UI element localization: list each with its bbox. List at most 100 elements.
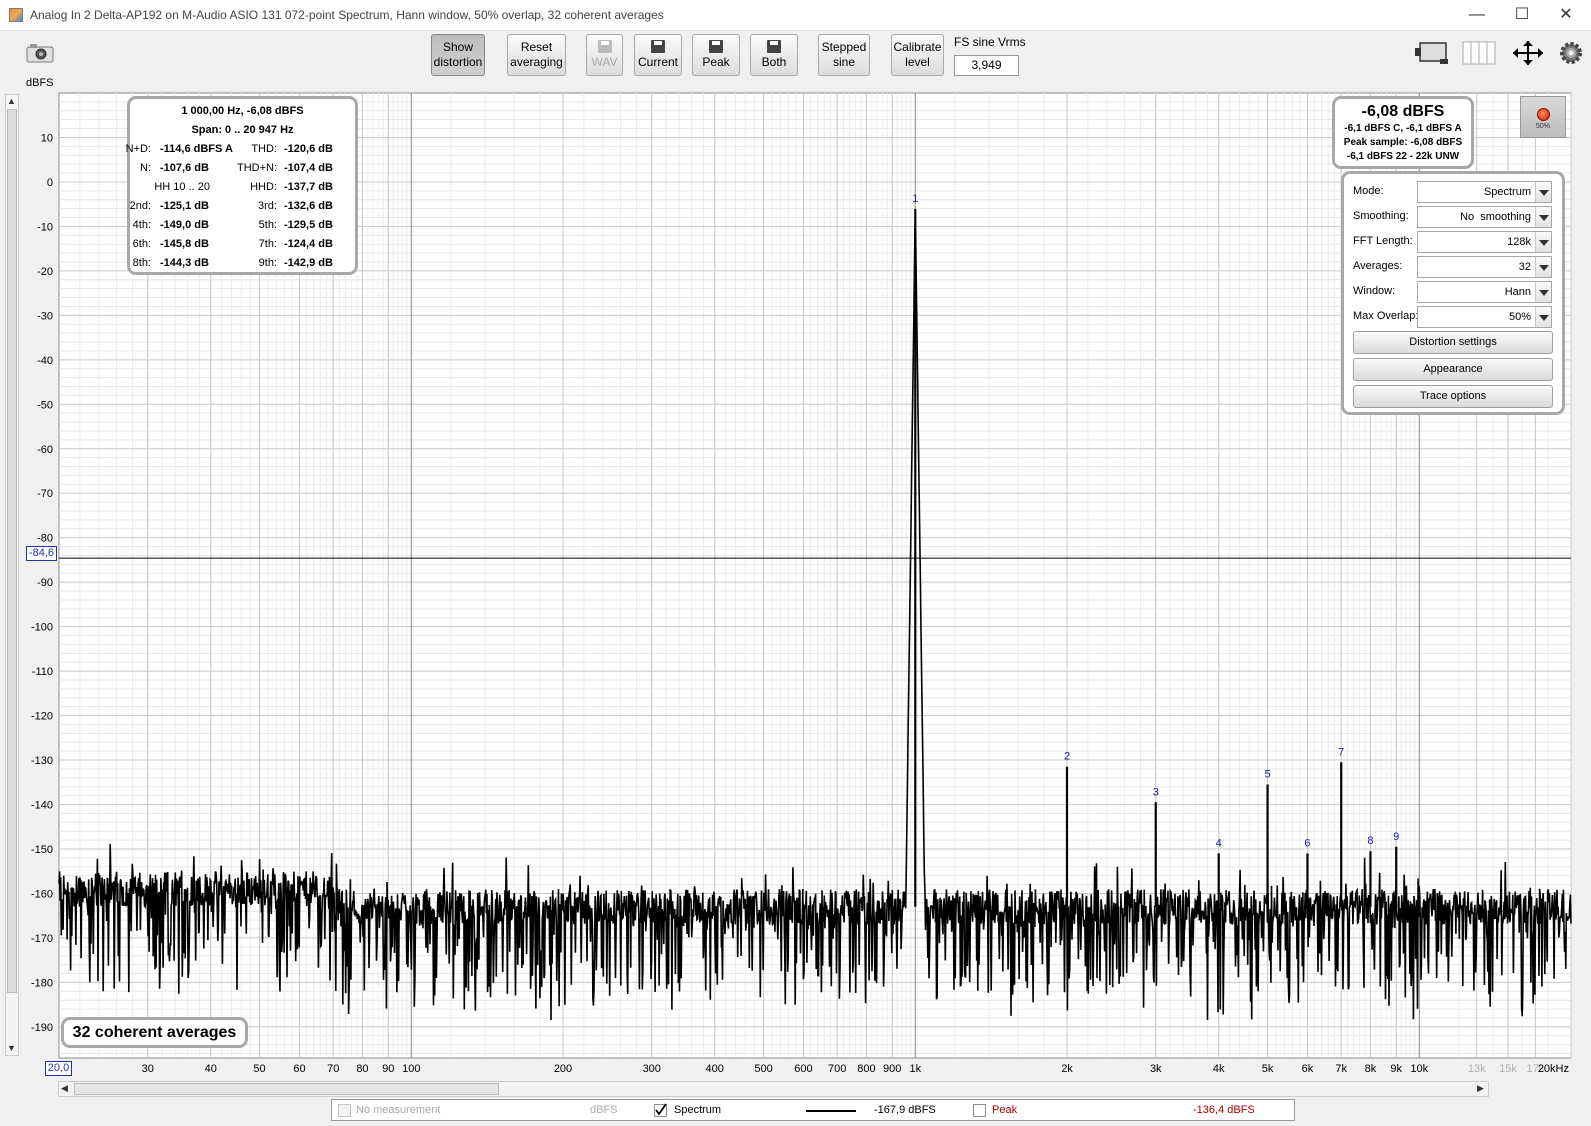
x-tick-label: 700 bbox=[828, 1063, 846, 1075]
vertical-scrollbar[interactable] bbox=[5, 94, 19, 1056]
x-tick-label: 300 bbox=[643, 1063, 661, 1075]
vertical-scroll-thumb[interactable] bbox=[7, 109, 17, 993]
distortion-value: -114,6 dBFS A bbox=[160, 143, 233, 155]
harmonic-marker-label: 6 bbox=[1304, 837, 1310, 849]
y-tick-label: -70 bbox=[37, 488, 53, 500]
level-main: -6,08 dBFS bbox=[1361, 103, 1445, 120]
distortion-settings-button[interactable]: Distortion settings bbox=[1353, 331, 1553, 354]
x-tick-label: 5k bbox=[1262, 1063, 1274, 1075]
harmonic-marker-label: 7 bbox=[1338, 746, 1344, 758]
cursor-level-tag[interactable]: -84,6 bbox=[26, 546, 57, 561]
x-tick-label: 40 bbox=[205, 1063, 217, 1075]
x-tick-label: 400 bbox=[706, 1063, 724, 1075]
y-tick-label: -160 bbox=[31, 888, 53, 900]
averages-badge: 32 coherent averages bbox=[61, 1017, 248, 1048]
averages-value: 32 bbox=[1518, 261, 1531, 273]
window-value: Hann bbox=[1504, 286, 1531, 298]
x-tick-label: 50 bbox=[253, 1063, 265, 1075]
scroll-down-arrow-icon[interactable]: ▼ bbox=[7, 1043, 16, 1053]
chevron-down-icon[interactable] bbox=[1535, 307, 1551, 327]
record-overlap-percent: 50% bbox=[1535, 123, 1550, 130]
chevron-down-icon[interactable] bbox=[1535, 257, 1551, 277]
spectrum-label: Spectrum bbox=[674, 1104, 722, 1116]
spectrum-checkbox[interactable] bbox=[654, 1103, 667, 1117]
chevron-down-icon[interactable] bbox=[1535, 282, 1551, 302]
window-row: Window: Hann bbox=[1353, 281, 1558, 303]
distortion-label: HHD: bbox=[250, 181, 277, 193]
record-button[interactable]: 50% bbox=[1520, 96, 1566, 138]
x-tick-label: 7k bbox=[1335, 1063, 1347, 1075]
peak-checkbox[interactable] bbox=[973, 1104, 986, 1117]
distortion-info-panel: 1 000,00 Hz, -6,08 dBFS Span: 0 .. 20 94… bbox=[125, 96, 358, 275]
distortion-label: 6th: bbox=[132, 238, 151, 250]
window-select[interactable]: Hann bbox=[1417, 281, 1552, 303]
distortion-value: -144,3 dB bbox=[160, 257, 209, 269]
y-tick-label: 10 bbox=[41, 132, 53, 144]
chevron-down-icon[interactable] bbox=[1535, 207, 1551, 227]
smoothing-value: No smoothing bbox=[1460, 211, 1531, 223]
scroll-left-arrow-icon[interactable]: ◀ bbox=[61, 1083, 68, 1094]
y-tick-label: -50 bbox=[37, 399, 53, 411]
level-readout-panel: -6,08 dBFS -6,1 dBFS C, -6,1 dBFS A Peak… bbox=[1332, 96, 1474, 169]
chevron-down-icon[interactable] bbox=[1535, 232, 1551, 252]
harmonic-marker-label: 8 bbox=[1367, 835, 1373, 847]
level-peak-sample: Peak sample: -6,08 dBFS bbox=[1343, 137, 1463, 148]
y-tick-label: -10 bbox=[37, 221, 53, 233]
y-tick-label: -180 bbox=[31, 977, 53, 989]
check-icon bbox=[655, 1103, 667, 1116]
record-led-icon bbox=[1537, 108, 1550, 121]
x-tick-label: 8k bbox=[1365, 1063, 1377, 1075]
x-tick-label: 4k bbox=[1213, 1063, 1225, 1075]
distortion-value: -124,4 dB bbox=[284, 238, 333, 250]
smoothing-select[interactable]: No smoothing bbox=[1417, 206, 1552, 228]
horizontal-scrollbar[interactable] bbox=[58, 1081, 1489, 1097]
scroll-right-arrow-icon[interactable]: ▶ bbox=[1477, 1083, 1484, 1094]
distortion-value: -107,4 dB bbox=[284, 162, 333, 174]
x-tick-label: 1k bbox=[909, 1063, 921, 1075]
mode-select[interactable]: Spectrum bbox=[1417, 181, 1552, 203]
fft-length-row: FFT Length: 128k bbox=[1353, 231, 1558, 253]
averages-label: Averages: bbox=[1353, 260, 1403, 272]
fft-length-value: 128k bbox=[1507, 236, 1531, 248]
y-tick-label: -30 bbox=[37, 310, 53, 322]
averages-select[interactable]: 32 bbox=[1417, 256, 1552, 278]
distortion-value: -149,0 dB bbox=[160, 219, 209, 231]
level-unweighted: -6,1 dBFS 22 - 22k UNW bbox=[1346, 151, 1460, 162]
harmonic-marker-label: 2 bbox=[1064, 751, 1070, 763]
y-tick-label: -100 bbox=[31, 622, 53, 634]
x-tick-label: 15k bbox=[1499, 1063, 1517, 1075]
max-overlap-select[interactable]: 50% bbox=[1417, 306, 1552, 328]
y-tick-label: -130 bbox=[31, 755, 53, 767]
distortion-label: N+D: bbox=[125, 143, 151, 155]
y-tick-label: -110 bbox=[32, 666, 53, 678]
distortion-value: -137,7 dB bbox=[284, 181, 333, 193]
distortion-label: N: bbox=[140, 162, 151, 174]
fft-length-select[interactable]: 128k bbox=[1417, 231, 1552, 253]
trace-legend: No measurement dBFS Spectrum -167,9 dBFS… bbox=[331, 1099, 1295, 1121]
smoothing-row: Smoothing: No smoothing bbox=[1353, 206, 1558, 228]
y-tick-label: -150 bbox=[31, 844, 53, 856]
scroll-up-arrow-icon[interactable]: ▲ bbox=[7, 96, 16, 106]
x-tick-label: 900 bbox=[883, 1063, 901, 1075]
distortion-label: 4th: bbox=[132, 219, 151, 231]
y-tick-label: -120 bbox=[31, 711, 53, 723]
harmonic-marker-label: 1 bbox=[912, 193, 918, 205]
distortion-label: THD+N: bbox=[236, 162, 277, 174]
x-tick-label: 6k bbox=[1302, 1063, 1314, 1075]
horizontal-scroll-thumb[interactable] bbox=[74, 1083, 499, 1095]
distortion-label: 5th: bbox=[258, 219, 277, 231]
harmonic-marker-label: 5 bbox=[1264, 769, 1270, 781]
trace-options-button[interactable]: Trace options bbox=[1353, 385, 1553, 408]
max-overlap-row: Max Overlap: 50% bbox=[1353, 306, 1558, 328]
y-tick-label: -40 bbox=[37, 355, 53, 367]
y-tick-label: -60 bbox=[37, 444, 53, 456]
distortion-value: -107,6 dB bbox=[160, 162, 209, 174]
appearance-button[interactable]: Appearance bbox=[1353, 358, 1553, 381]
x-start-tag[interactable]: 20,0 bbox=[45, 1061, 72, 1076]
peak-label: Peak bbox=[992, 1104, 1018, 1116]
chevron-down-icon[interactable] bbox=[1535, 182, 1551, 202]
y-tick-label: -190 bbox=[31, 1022, 53, 1034]
harmonic-marker-label: 3 bbox=[1153, 786, 1159, 798]
x-tick-label: 800 bbox=[857, 1063, 875, 1075]
distortion-value: -142,9 dB bbox=[284, 257, 333, 269]
